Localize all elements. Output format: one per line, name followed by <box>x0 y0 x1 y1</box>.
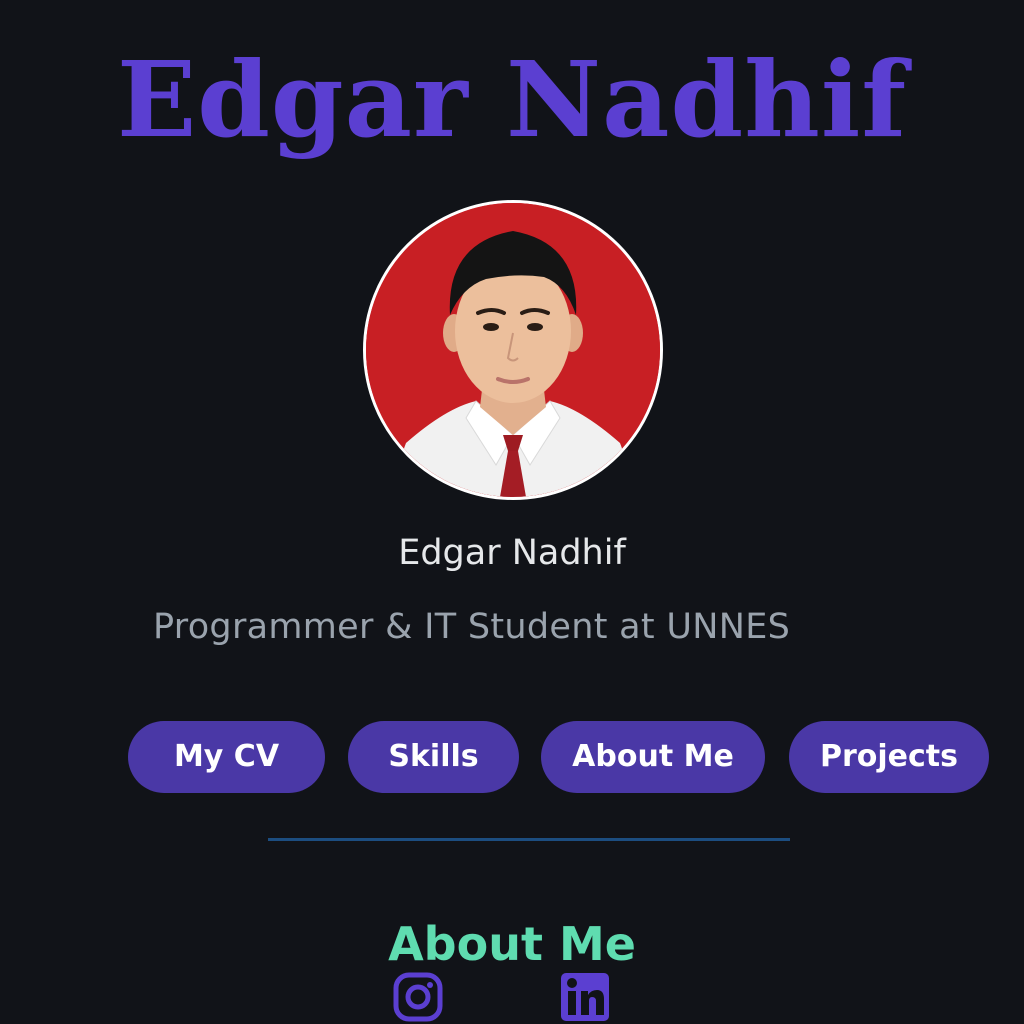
avatar-illustration <box>366 203 660 497</box>
profile-photo <box>363 200 663 500</box>
profile-tagline: Programmer & IT Student at UNNES <box>153 607 791 647</box>
my-cv-button[interactable]: My CV <box>128 721 325 793</box>
linkedin-icon[interactable] <box>560 972 610 1022</box>
instagram-icon[interactable] <box>393 972 443 1022</box>
profile-name: Edgar Nadhif <box>398 533 626 573</box>
site-title: Edgar Nadhif <box>116 38 908 161</box>
portfolio-page: Edgar Nadhif Edgar Nadhif Programmer & I… <box>0 0 1024 1024</box>
projects-button[interactable]: Projects <box>789 721 989 793</box>
section-divider <box>268 838 790 841</box>
about-me-button[interactable]: About Me <box>541 721 765 793</box>
skills-button[interactable]: Skills <box>348 721 519 793</box>
about-me-heading: About Me <box>388 917 636 972</box>
